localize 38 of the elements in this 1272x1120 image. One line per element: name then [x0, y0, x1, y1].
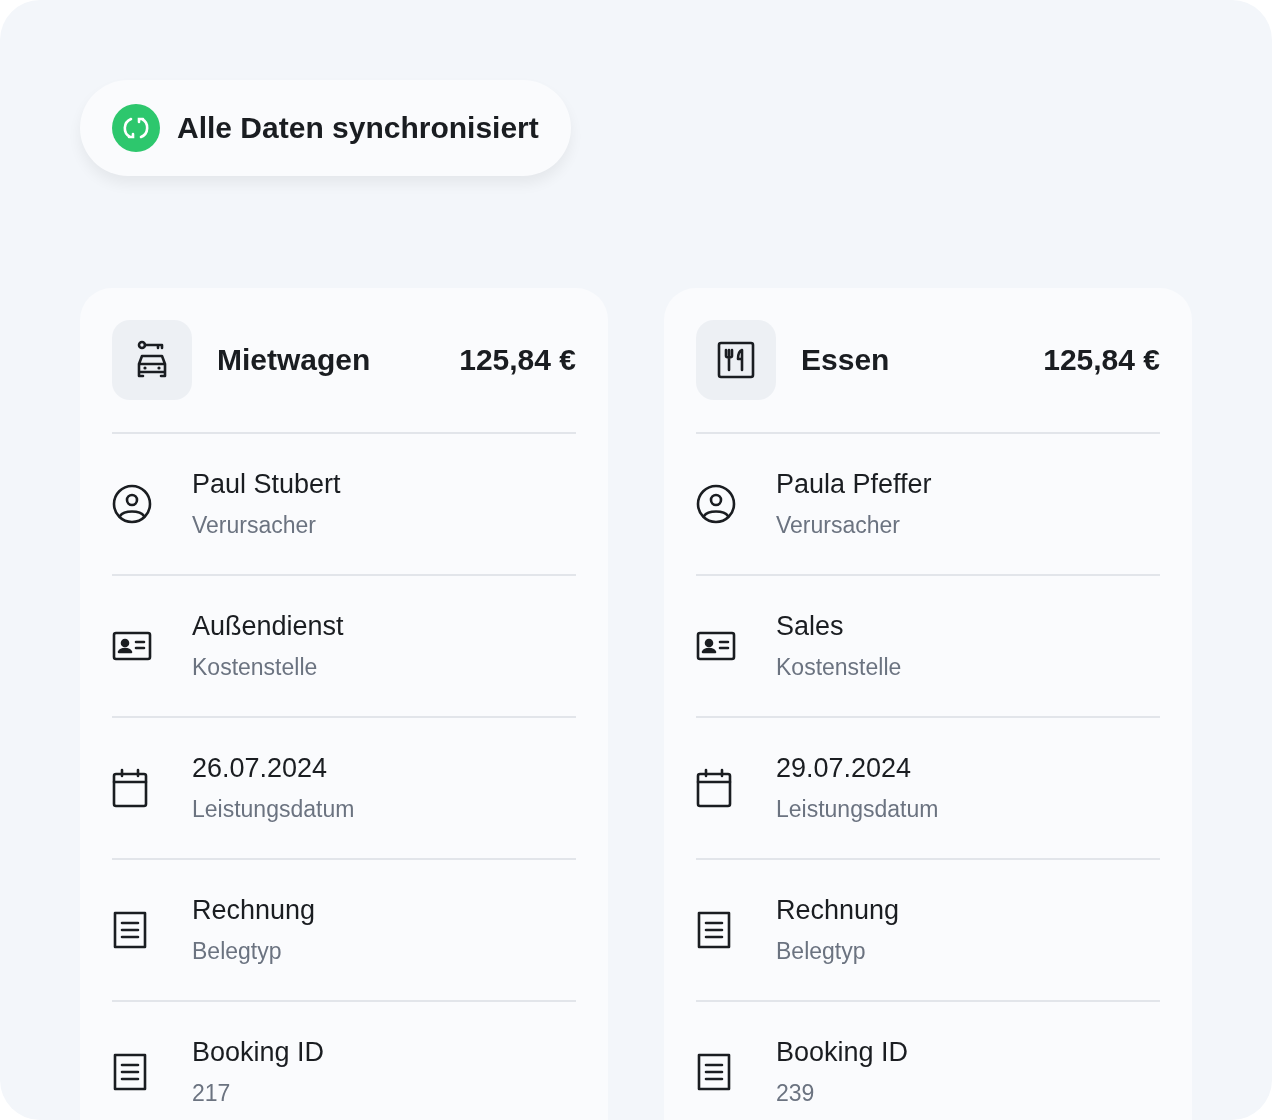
user-circle-icon	[696, 484, 736, 524]
calendar-icon	[696, 768, 732, 808]
field-label: Verursacher	[776, 512, 901, 539]
field-label: Kostenstelle	[192, 654, 319, 681]
field-value: Booking ID	[192, 1037, 325, 1068]
field-label: Kostenstelle	[776, 654, 902, 681]
field-value: 26.07.2024	[192, 753, 329, 784]
category-title: Essen	[801, 343, 891, 377]
field-value: Rechnung	[192, 895, 316, 926]
field-value: Paula Pfeffer	[776, 469, 932, 500]
receipt-icon	[696, 910, 732, 950]
sync-status-text: Alle Daten synchronisiert	[177, 111, 539, 145]
field-label: Leistungsdatum	[192, 796, 355, 823]
receipt-icon	[112, 1052, 148, 1092]
field-value: 29.07.2024	[776, 753, 913, 784]
field-value: Außendienst	[192, 611, 344, 642]
field-value: Sales	[776, 611, 845, 642]
id-card-icon	[696, 630, 736, 662]
field-value: Rechnung	[776, 895, 900, 926]
amount: 125,84 €	[459, 343, 576, 377]
amount: 125,84 €	[1043, 343, 1160, 377]
field-label: Leistungsdatum	[776, 796, 939, 823]
field-label: 217	[192, 1080, 232, 1107]
receipt-icon	[696, 1052, 732, 1092]
id-card-icon	[112, 630, 152, 662]
category-title: Mietwagen	[217, 343, 372, 377]
user-circle-icon	[112, 484, 152, 524]
field-value: Paul Stubert	[192, 469, 341, 500]
calendar-icon	[112, 768, 148, 808]
field-label: 239	[776, 1080, 816, 1107]
field-value: Booking ID	[776, 1037, 909, 1068]
field-label: Belegtyp	[776, 938, 867, 965]
field-label: Verursacher	[192, 512, 317, 539]
sync-icon	[112, 104, 160, 152]
fork-knife-icon	[716, 340, 756, 380]
field-label: Belegtyp	[192, 938, 283, 965]
receipt-icon	[112, 910, 148, 950]
car-with-key-icon	[136, 340, 168, 380]
